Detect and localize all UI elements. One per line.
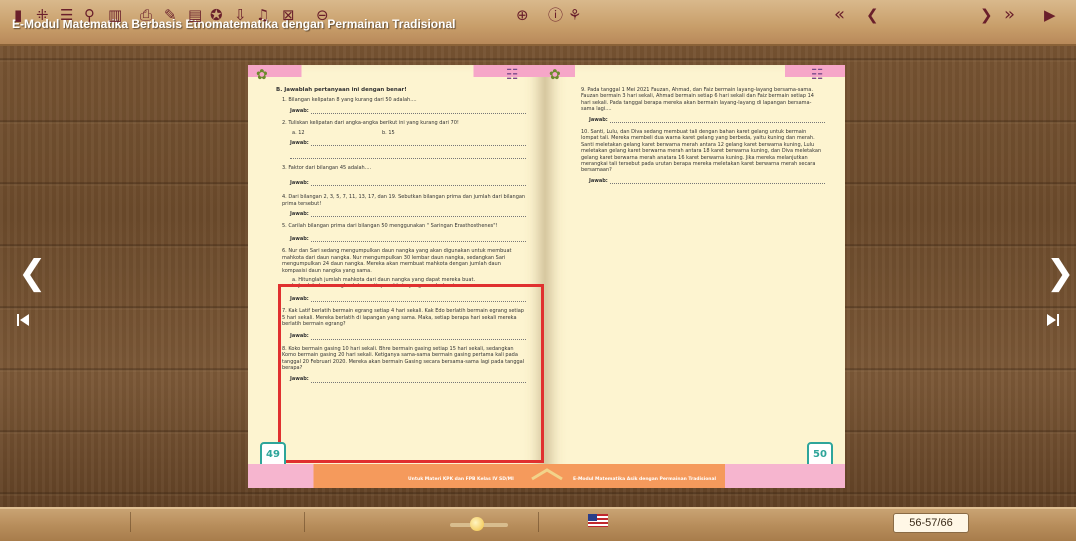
page-curl-icon[interactable] — [530, 467, 564, 481]
page-number-input[interactable]: 56-57/66 — [893, 513, 969, 533]
info-icon[interactable]: ⓘ — [548, 6, 563, 24]
answer-line: Jawab: — [290, 211, 526, 218]
leaf-icon: ✿ — [256, 67, 268, 83]
thumbnails-icon[interactable]: ⁜ — [36, 6, 49, 24]
next-page-toolbar-button[interactable]: ❯ — [980, 6, 993, 24]
answer-label: Jawab: — [290, 179, 309, 186]
answer-line: Jawab: — [589, 177, 825, 185]
page-footer-band — [248, 464, 545, 488]
option-b: b. 15 — [382, 129, 395, 136]
zoom-in-icon[interactable]: ⊕ — [516, 6, 529, 24]
ladder-icon: ☷ — [506, 67, 519, 83]
answer-label: Jawab: — [589, 116, 608, 123]
question-10: 10. Santi, Lulu, dan Diva sedang membuat… — [581, 129, 822, 174]
toolbar-divider — [538, 512, 539, 532]
page-decoration — [248, 65, 545, 77]
page-footer-text: E-Modul Matematika Asik dengan Permainan… — [573, 477, 717, 482]
section-heading: B. Jawablah pertanyaan ini dengan benar! — [276, 87, 407, 93]
download-icon[interactable]: ⇩ — [234, 6, 247, 24]
right-page[interactable]: ✿ ☷ 9. Pada tanggal 1 Mei 2021 Fauzan, A… — [545, 65, 845, 488]
answer-label: Jawab: — [290, 211, 309, 218]
first-page-button[interactable] — [16, 312, 30, 331]
prev-page-toolbar-button[interactable]: ❮ — [866, 6, 879, 24]
zoom-slider-handle[interactable] — [470, 517, 484, 531]
play-icon[interactable]: ▶ — [1044, 6, 1056, 24]
table-of-contents-icon[interactable]: ☰ — [60, 6, 73, 24]
fullscreen-icon[interactable]: ⊠ — [282, 6, 295, 24]
left-page[interactable]: ✿ ☷ B. Jawablah pertanyaan ini dengan be… — [248, 65, 545, 488]
question-1: 1. Bilangan kelipatan 8 yang kurang dari… — [282, 97, 417, 104]
question-2: 2. Tuliskan kelipatan dari angka-angka b… — [282, 120, 459, 127]
answer-line: Jawab: — [589, 116, 825, 124]
sound-icon[interactable]: ♫ — [256, 6, 269, 24]
leaf-icon: ✿ — [549, 67, 561, 83]
answer-label: Jawab: — [290, 107, 309, 114]
toolbar-divider — [130, 512, 131, 532]
page-footer-band — [545, 464, 845, 488]
answer-label: Jawab: — [290, 140, 309, 147]
next-page-arrow[interactable]: ❯ — [1046, 256, 1075, 290]
language-flag-icon[interactable] — [588, 514, 608, 527]
first-page-toolbar-button[interactable]: « — [834, 6, 845, 24]
skip-first-icon — [17, 314, 29, 326]
answer-line: Jawab: — [290, 140, 526, 147]
zoom-out-icon[interactable]: ⊖ — [316, 6, 329, 24]
page-decoration — [545, 65, 845, 77]
answer-line: Jawab: — [290, 179, 526, 187]
question-9: 9. Pada tanggal 1 Mei 2021 Fauzan, Ahmad… — [581, 87, 814, 113]
bookmarks-icon[interactable]: ▥ — [108, 6, 122, 24]
question-highlight-box — [278, 284, 544, 463]
search-icon[interactable]: ⚲ — [84, 6, 95, 24]
question-2-options: a. 12 b. 15 — [292, 130, 526, 136]
prev-page-arrow[interactable]: ❮ — [18, 256, 47, 290]
last-page-toolbar-button[interactable]: » — [1004, 6, 1015, 24]
last-page-button[interactable] — [1046, 312, 1060, 331]
pen-icon[interactable]: ✎ — [164, 6, 177, 24]
answer-line: Jawab: — [290, 235, 526, 243]
question-6: 6. Nur dan Sari sedang mengumpulkan daun… — [282, 248, 512, 274]
page-footer-text: Untuk Materi KPK dan FPB Kelas IV SD/MI — [408, 477, 514, 482]
print-icon[interactable]: ⎙ — [140, 6, 152, 24]
answer-label: Jawab: — [290, 235, 309, 242]
toolbar-divider — [304, 512, 305, 532]
answer-dotted-line — [290, 152, 526, 160]
question-3: 3. Faktor dari bilangan 45 adalah.... — [282, 165, 372, 172]
autoflip-icon[interactable]: ⚘ — [568, 6, 581, 24]
title-bar: E-Modul Matematika Berbasis Etnomatemati… — [0, 0, 1076, 46]
notes-icon[interactable]: ▤ — [188, 6, 202, 24]
answer-label: Jawab: — [589, 177, 608, 184]
question-5: 5. Carilah bilangan prima dari bilangan … — [282, 223, 498, 230]
option-a: a. 12 — [292, 129, 305, 136]
question-4: 4. Dari bilangan 2, 3, 5, 7, 11, 13, 17,… — [282, 194, 526, 207]
book-icon[interactable]: ▮ — [14, 6, 22, 24]
answer-line: Jawab: — [290, 107, 526, 115]
ladder-icon: ☷ — [811, 67, 824, 83]
skip-last-icon — [1047, 314, 1059, 326]
flipbook[interactable]: ✿ ☷ B. Jawablah pertanyaan ini dengan be… — [248, 65, 845, 488]
right-page-content: 9. Pada tanggal 1 Mei 2021 Fauzan, Ahmad… — [581, 87, 825, 190]
share-icon[interactable]: ✪ — [210, 6, 223, 24]
